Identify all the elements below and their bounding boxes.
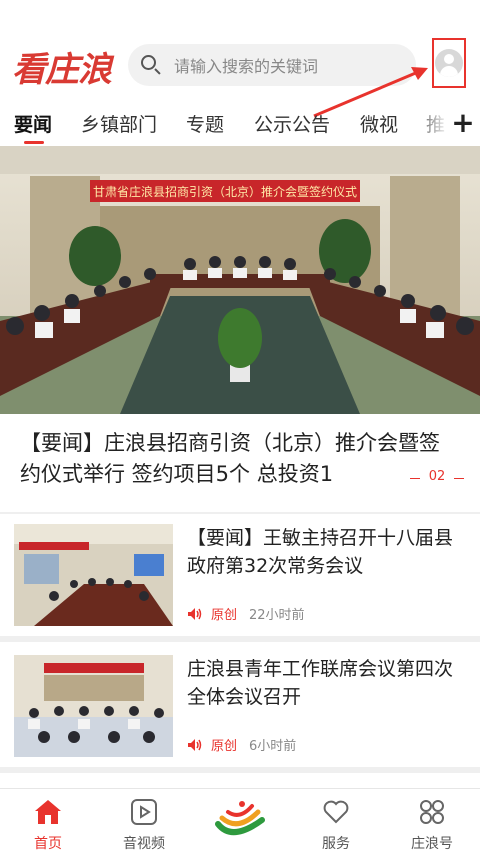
- tab-announcements[interactable]: 公示公告: [254, 110, 330, 137]
- app-header: 看庄浪 请输入搜索的关键词: [0, 0, 480, 100]
- news-meta: 原创 6小时前: [187, 735, 296, 754]
- banner-image[interactable]: 甘肃省庄浪县招商引资（北京）推介会暨签约仪式: [0, 146, 480, 414]
- news-time: 22小时前: [249, 608, 305, 623]
- news-source: 原创: [211, 739, 238, 754]
- banner-page-indicator: 02: [410, 469, 464, 487]
- news-meta: 原创 22小时前: [187, 604, 305, 623]
- nav-audio-video-label: 音视频: [123, 836, 165, 852]
- nav-audio-video[interactable]: 音视频: [96, 789, 192, 853]
- nav-services-label: 服务: [322, 836, 350, 852]
- banner-sign-text: 甘肃省庄浪县招商引资（北京）推介会暨签约仪式: [93, 184, 357, 199]
- news-title: 庄浪县青年工作联席会议第四次全体会议召开: [187, 658, 454, 708]
- center-logo-icon[interactable]: [212, 798, 270, 842]
- speaker-icon: [188, 738, 202, 751]
- news-time: 6小时前: [249, 739, 297, 754]
- play-icon: [131, 799, 157, 825]
- list-divider: [0, 636, 480, 642]
- app-logo: 看庄浪: [12, 50, 112, 90]
- heart-icon: [323, 800, 349, 824]
- nav-home-label: 首页: [34, 836, 62, 852]
- nav-zhuanglang-account[interactable]: 庄浪号: [384, 789, 480, 853]
- speaker-icon: [188, 607, 202, 620]
- news-item[interactable]: 【要闻】王敏主持召开十八届县政府第32次常务会议 原创 22小时前: [0, 514, 480, 636]
- news-thumbnail: [14, 655, 173, 757]
- grid-icon: [420, 800, 444, 824]
- tab-topics[interactable]: 专题: [186, 110, 224, 137]
- channel-tabs: 要闻 乡镇部门 专题 公示公告 微视 推: [0, 100, 480, 146]
- tab-towns-departments[interactable]: 乡镇部门: [81, 110, 157, 137]
- nav-home[interactable]: 首页: [0, 789, 96, 853]
- news-source: 原创: [211, 608, 238, 623]
- user-icon: [435, 49, 463, 77]
- search-placeholder: 请输入搜索的关键词: [174, 57, 319, 76]
- user-avatar-button[interactable]: [432, 38, 466, 88]
- meeting-room-photo: 甘肃省庄浪县招商引资（北京）推介会暨签约仪式: [0, 146, 480, 414]
- news-thumbnail: [14, 524, 173, 626]
- active-tab-indicator: [24, 141, 44, 144]
- tab-headlines[interactable]: 要闻: [14, 110, 52, 137]
- news-item[interactable]: 庄浪县青年工作联席会议第四次全体会议召开 原创 6小时前: [0, 645, 480, 767]
- news-title: 【要闻】王敏主持召开十八届县政府第32次常务会议: [187, 527, 454, 577]
- tab-micro-video[interactable]: 微视: [360, 110, 398, 137]
- search-bar[interactable]: 请输入搜索的关键词: [128, 44, 416, 86]
- home-icon: [35, 800, 61, 824]
- search-icon: [140, 54, 162, 76]
- nav-zhuanglang-account-label: 庄浪号: [411, 836, 453, 852]
- add-channel-button[interactable]: +: [449, 106, 477, 139]
- nav-services[interactable]: 服务: [288, 789, 384, 853]
- list-divider: [0, 767, 480, 773]
